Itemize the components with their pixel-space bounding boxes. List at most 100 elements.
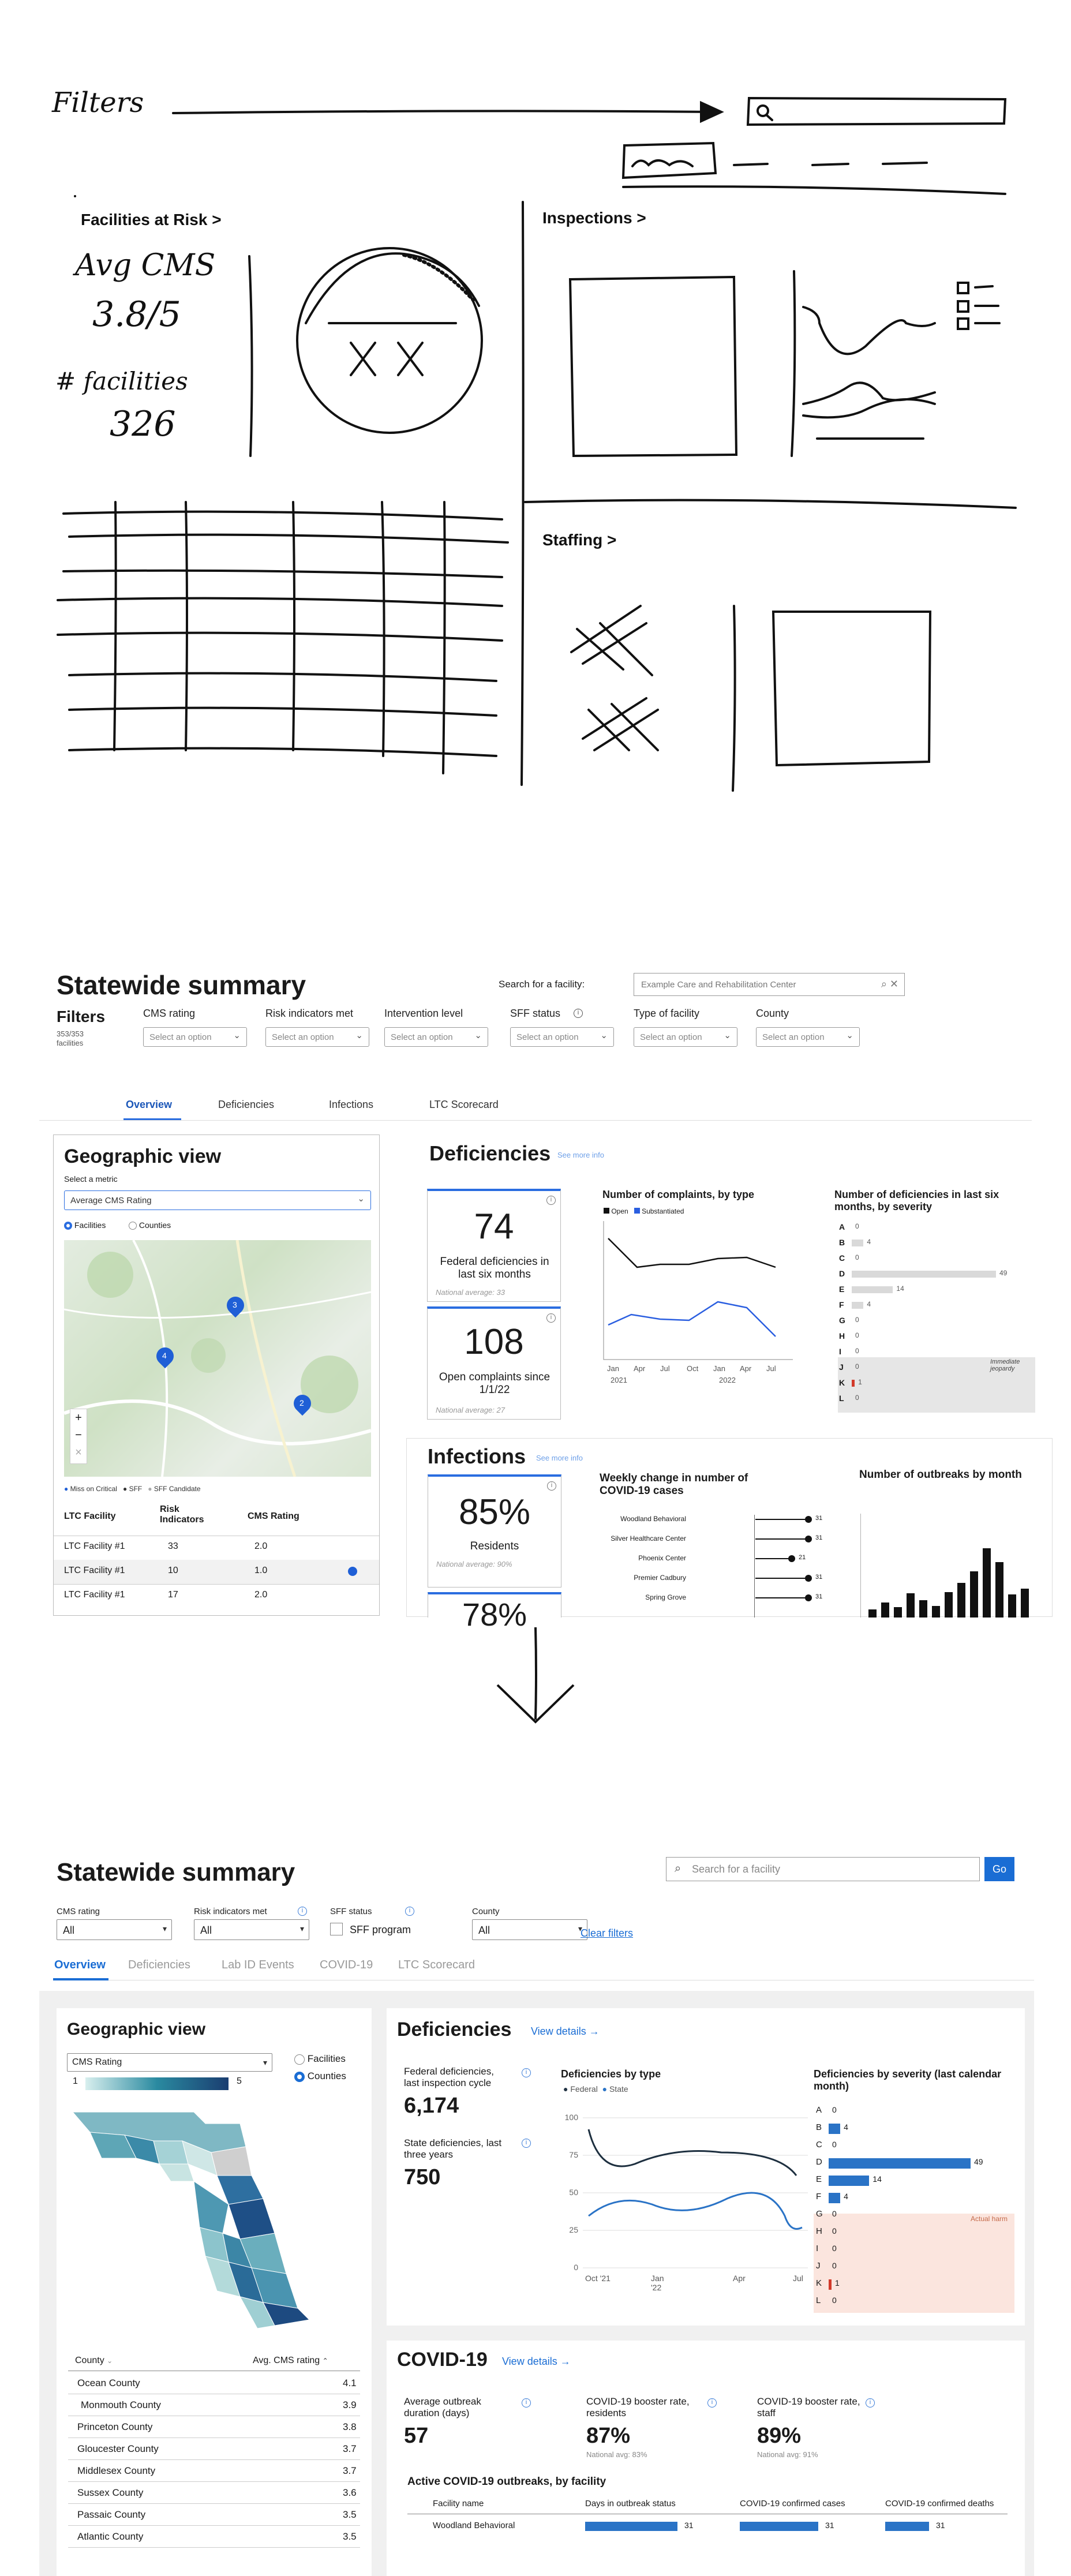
fm-outbreaks-col[interactable]: COVID-19 confirmed cases (740, 2499, 845, 2508)
tab-covid-19[interactable]: COVID-19 (320, 1959, 373, 1972)
wf-filter-select[interactable]: Select an option (265, 1027, 369, 1047)
severity-value: 0 (832, 2226, 837, 2236)
fm-outbreaks-col[interactable]: COVID-19 confirmed deaths (885, 2499, 994, 2508)
info-icon[interactable]: i (707, 2398, 717, 2407)
fm-radio-counties-label: Counties (307, 2070, 346, 2081)
wf-tab-overview[interactable]: Overview (126, 1099, 172, 1111)
info-icon[interactable]: i (574, 1009, 583, 1018)
wf-radio-facilities-label: Facilities (74, 1220, 106, 1230)
fm-outbreak-bar (740, 2522, 818, 2531)
wf-col-cms[interactable]: CMS Rating (248, 1511, 299, 1522)
info-icon[interactable]: i (522, 2068, 531, 2077)
fm-outbreaks-col[interactable]: Facility name (433, 2499, 484, 2508)
zoom-out-icon[interactable]: − (70, 1426, 87, 1444)
fm-county-name[interactable]: Passaic County (77, 2509, 145, 2521)
info-icon[interactable]: i (522, 2139, 531, 2148)
info-icon[interactable]: i (547, 1481, 556, 1491)
wf-filter-select[interactable]: Select an option (384, 1027, 488, 1047)
wf-def-stat2-note: National average: 27 (436, 1406, 505, 1414)
severity-value: 0 (855, 1316, 859, 1324)
fm-def-title: Deficiencies (397, 2019, 512, 2040)
wf-filter-select[interactable]: Select an option (510, 1027, 614, 1047)
fm-metric-select[interactable]: CMS Rating (67, 2053, 272, 2072)
severity-value: 0 (855, 1362, 859, 1371)
map-marker-3-label: 3 (233, 1300, 237, 1309)
wf-tab-infections[interactable]: Infections (329, 1099, 373, 1111)
wf-col-facility[interactable]: LTC Facility (64, 1511, 116, 1522)
wf-filter-select[interactable]: Select an option (634, 1027, 737, 1047)
wf-search-input[interactable]: Example Care and Rehabilitation Center ⌕… (634, 973, 905, 996)
zoom-in-icon[interactable]: + (70, 1409, 87, 1426)
close-icon[interactable]: ✕ (890, 978, 898, 990)
fm-county-name[interactable]: Atlantic County (77, 2531, 143, 2543)
wf-map[interactable]: 3 4 2 + − × (64, 1240, 371, 1477)
info-icon[interactable]: i (298, 1907, 307, 1916)
fm-outbreaks-col[interactable]: Days in outbreak status (585, 2499, 676, 2508)
x-tick-label: Jul (766, 1364, 776, 1373)
wf-filter-select[interactable]: Select an option (143, 1027, 247, 1047)
search-icon[interactable]: ⌕ (881, 978, 887, 990)
reset-icon[interactable]: × (70, 1444, 87, 1461)
fm-col-avg[interactable]: Avg. CMS rating ⌃ (253, 2356, 328, 2366)
tab-deficiencies[interactable]: Deficiencies (128, 1959, 190, 1972)
fm-county-avg: 3.5 (343, 2531, 357, 2542)
weekly-dot (805, 1516, 812, 1523)
fm-row-divider (68, 2459, 360, 2460)
legend-sff: SFF (129, 1485, 143, 1493)
fm-radio-facilities[interactable]: Facilities (294, 2053, 346, 2065)
fm-filter-select[interactable]: All (57, 1919, 172, 1940)
wf-geo-title: Geographic view (64, 1145, 222, 1167)
severity-value: 0 (855, 1331, 859, 1339)
fm-col-county-label: County (75, 2356, 104, 2365)
x-tick-label: Apr (634, 1364, 646, 1373)
fm-outbreak-facility[interactable]: Woodland Behavioral (433, 2521, 515, 2530)
fm-scale-max: 5 (237, 2076, 242, 2086)
wf-radio-facilities[interactable]: Facilities (64, 1220, 106, 1230)
fm-choropleth-map[interactable] (67, 2101, 355, 2331)
fm-county-name[interactable]: Middlesex County (77, 2465, 155, 2477)
wf-def-link[interactable]: See more info (557, 1151, 604, 1159)
tab-overview[interactable]: Overview (54, 1959, 106, 1972)
wf-complaints-chart (603, 1221, 793, 1360)
fm-outbreak-value: 31 (936, 2521, 945, 2530)
severity-value: 1 (858, 1378, 862, 1386)
wf-map-roads (64, 1240, 371, 1477)
wf-def-stat1-value: 74 (474, 1207, 514, 1246)
fm-county-name[interactable]: Princeton County (77, 2421, 152, 2433)
fm-def-link[interactable]: View details → (531, 2025, 600, 2038)
weekly-value: 31 (815, 1534, 823, 1541)
severity-value: 0 (855, 1394, 859, 1402)
severity-letter: I (816, 2244, 819, 2253)
info-icon[interactable]: i (405, 1907, 414, 1916)
fm-covid-link[interactable]: View details → (502, 2356, 571, 2368)
checkbox-icon[interactable] (330, 1923, 343, 1935)
fm-go-button[interactable]: Go (984, 1857, 1014, 1881)
info-icon[interactable]: i (546, 1196, 556, 1205)
wf-inf-link[interactable]: See more info (536, 1454, 583, 1462)
wf-metric-select[interactable]: Average CMS Rating (64, 1190, 371, 1210)
fm-county-name[interactable]: Ocean County (77, 2377, 140, 2389)
fm-filter-select[interactable]: All (472, 1919, 587, 1940)
fm-search-input[interactable]: ⌕ Search for a facility (666, 1857, 980, 1881)
tab-ltc-scorecard[interactable]: LTC Scorecard (398, 1959, 475, 1972)
sketch-avg-cms-label: Avg CMS (75, 248, 216, 283)
fm-filter-select[interactable]: All (194, 1919, 309, 1940)
fm-search-placeholder: Search for a facility (692, 1863, 781, 1875)
severity-value: 4 (867, 1238, 871, 1246)
fm-col-county[interactable]: County ⌄ (75, 2356, 113, 2366)
tab-lab-id-events[interactable]: Lab ID Events (222, 1959, 294, 1972)
wf-tab-ltc-scorecard[interactable]: LTC Scorecard (429, 1099, 499, 1111)
wf-col-risk[interactable]: Risk Indicators (160, 1504, 212, 1525)
fm-radio-counties[interactable]: Counties (294, 2070, 346, 2082)
wf-radio-counties[interactable]: Counties (129, 1220, 171, 1230)
fm-county-name[interactable]: Sussex County (77, 2487, 143, 2499)
info-icon[interactable]: i (866, 2398, 875, 2407)
fm-county-name[interactable]: Gloucester County (77, 2443, 159, 2455)
wf-filter-select[interactable]: Select an option (756, 1027, 860, 1047)
severity-letter: L (816, 2296, 821, 2305)
wf-tab-deficiencies[interactable]: Deficiencies (218, 1099, 274, 1111)
info-icon[interactable]: i (522, 2398, 531, 2407)
weekly-stem (755, 1538, 807, 1540)
fm-county-name[interactable]: Monmouth County (81, 2399, 161, 2411)
fm-clear-filters[interactable]: Clear filters (581, 1927, 633, 1940)
